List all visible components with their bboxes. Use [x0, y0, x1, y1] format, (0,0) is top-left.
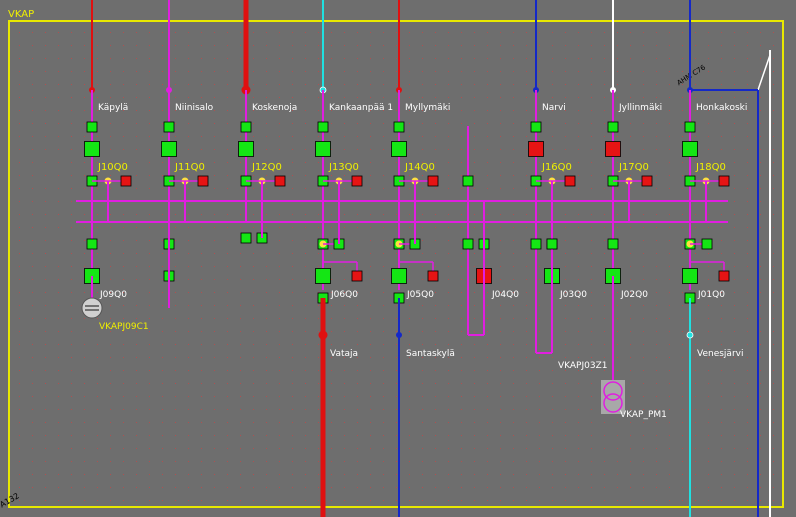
earthing-switch[interactable] [564, 175, 576, 187]
earthing-switch[interactable] [351, 270, 363, 282]
top-disconnector[interactable] [684, 121, 696, 133]
circuit-breaker[interactable] [391, 141, 407, 157]
bay-label: J03Q0 [559, 290, 587, 300]
transformer-label: VKAP_PM1 [620, 410, 667, 420]
earthing-switch[interactable] [641, 175, 653, 187]
circuit-breaker[interactable] [238, 141, 254, 157]
bay-label: J05Q0 [406, 290, 434, 300]
bay-label: J02Q0 [620, 290, 648, 300]
bay-label: J09Q0 [99, 290, 127, 300]
bay-label: J04Q0 [491, 290, 519, 300]
feeder-label: Vataja [330, 349, 358, 359]
capacitor-symbol [81, 297, 103, 319]
feeder-label: Jyllinmäki [618, 103, 662, 113]
top-disconnector[interactable] [163, 121, 175, 133]
feeder-label: Venesjärvi [697, 349, 743, 359]
busbar-disconnector[interactable] [701, 238, 713, 250]
coupler-disconnector[interactable] [462, 175, 474, 187]
circuit-breaker[interactable] [528, 141, 544, 157]
feeder-label: Myllymäki [405, 103, 450, 113]
earthing-switch[interactable] [120, 175, 132, 187]
feeder-label: VKAPJ09C1 [99, 322, 149, 332]
busbar-disconnector[interactable] [86, 238, 98, 250]
earthing-switch[interactable] [351, 175, 363, 187]
circuit-breaker[interactable] [605, 141, 621, 157]
earthing-switch[interactable] [427, 270, 439, 282]
feeder-label: Kankaanpää 1 [329, 103, 393, 113]
feeder-label: Santaskylä [406, 349, 455, 359]
feeder-label: Narvi [542, 103, 566, 113]
feeder-label: Honkakoski [696, 103, 747, 113]
feeder-label: Käpylä [98, 103, 128, 113]
feeder-label: Koskenoja [252, 103, 297, 113]
top-disconnector[interactable] [607, 121, 619, 133]
top-disconnector[interactable] [240, 121, 252, 133]
circuit-breaker[interactable] [315, 141, 331, 157]
top-disconnector[interactable] [393, 121, 405, 133]
station-name: VKAP [8, 9, 34, 20]
feeder-label: Niinisalo [175, 103, 214, 113]
line-end-point [318, 330, 328, 340]
busbar-disconnector[interactable] [607, 238, 619, 250]
circuit-breaker[interactable] [391, 268, 407, 284]
earthing-switch[interactable] [718, 270, 730, 282]
transformer-box[interactable] [601, 380, 625, 414]
bay-label: J11Q0 [174, 162, 205, 173]
feeder-label: VKAPJ03Z1 [558, 361, 607, 371]
substation-diagram: VKAP A132 AHM C76 KäpyläJ10Q0NiinisaloJ1… [0, 0, 796, 517]
top-disconnector[interactable] [530, 121, 542, 133]
bay-label: J10Q0 [97, 162, 128, 173]
circuit-breaker[interactable] [84, 141, 100, 157]
bay-label: J13Q0 [328, 162, 359, 173]
circuit-breaker[interactable] [682, 268, 698, 284]
bay-label: J17Q0 [618, 162, 649, 173]
grid-dots [9, 21, 783, 507]
bay-label: J12Q0 [251, 162, 282, 173]
top-disconnector[interactable] [317, 121, 329, 133]
busbar-disconnector[interactable] [530, 238, 542, 250]
line-end-point [396, 332, 402, 338]
bay-label: J16Q0 [541, 162, 572, 173]
bay-label: J01Q0 [697, 290, 725, 300]
bay-label: J18Q0 [695, 162, 726, 173]
circuit-breaker[interactable] [315, 268, 331, 284]
top-disconnector[interactable] [86, 121, 98, 133]
bay-label: J06Q0 [330, 290, 358, 300]
earthing-switch[interactable] [274, 175, 286, 187]
line-end-point [686, 331, 694, 339]
earthing-switch[interactable] [718, 175, 730, 187]
circuit-breaker[interactable] [161, 141, 177, 157]
coupler-disconnector[interactable] [462, 238, 474, 250]
busbar-disconnector[interactable] [546, 238, 558, 250]
earthing-switch[interactable] [427, 175, 439, 187]
earthing-switch[interactable] [197, 175, 209, 187]
circuit-breaker[interactable] [682, 141, 698, 157]
bay-label: J14Q0 [404, 162, 435, 173]
auxiliary-switch[interactable] [240, 232, 252, 244]
